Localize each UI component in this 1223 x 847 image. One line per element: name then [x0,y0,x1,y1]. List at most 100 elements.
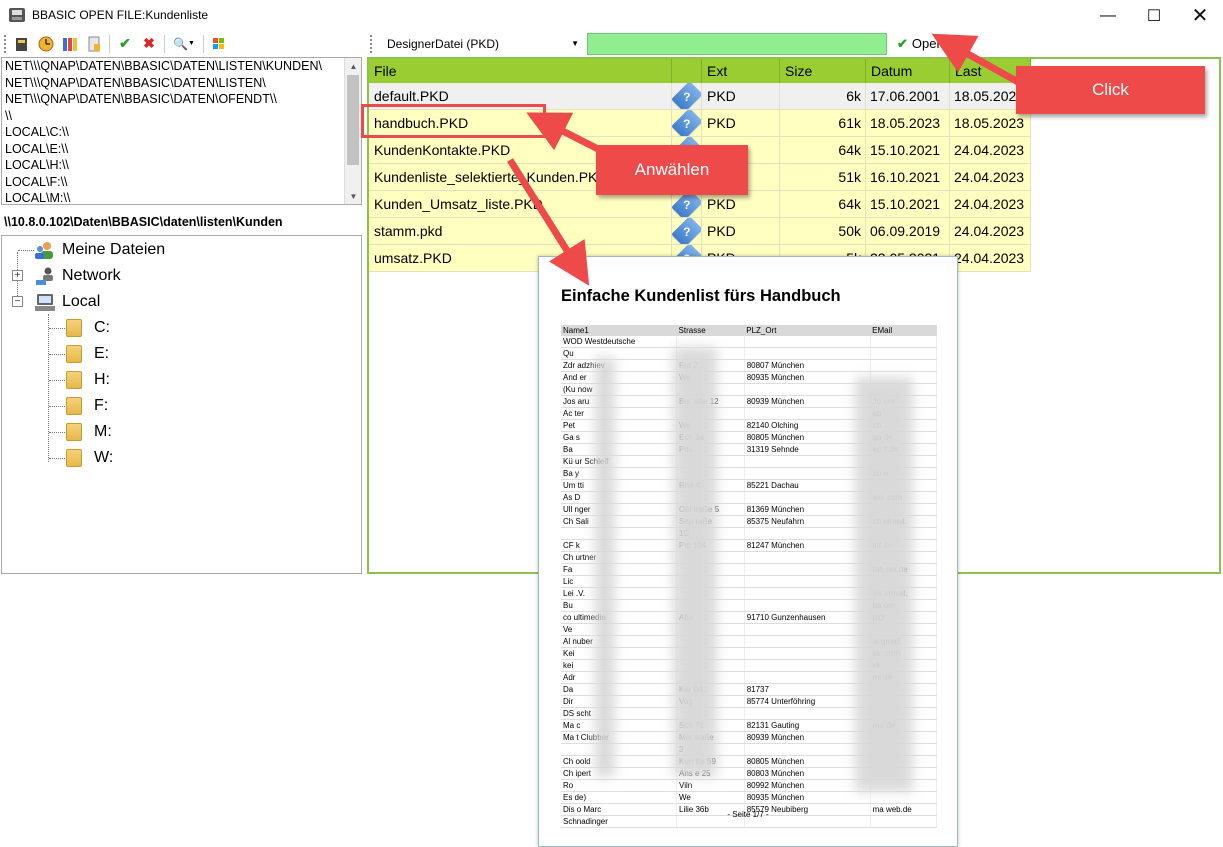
preview-cell: 80803 München [744,767,871,780]
tree-item-drive-c[interactable]: C: [66,316,110,340]
tree-item-local[interactable]: Local [34,290,100,314]
scroll-down-icon[interactable]: ▼ [345,188,361,204]
preview-cell [744,336,871,348]
column-header-ext[interactable]: Ext [702,59,780,83]
open-folder-icon[interactable] [13,35,31,53]
search-icon[interactable]: 🔍 ▼ [171,35,197,53]
preview-cell: Ga s [561,431,678,444]
tree-label: E: [94,345,110,362]
column-header-icon[interactable] [672,59,702,83]
file-row[interactable]: Kunden_Umsatz_liste.PKD? PKD 64k 15.10.2021… [369,191,1031,218]
file-last-cell: 24.04.2023 [950,191,1031,218]
path-item[interactable]: NET\\\QNAP\DATEN\BBASIC\DATEN\LISTEN\ [2,75,361,92]
file-name-input[interactable] [587,32,887,55]
path-item[interactable]: LOCAL\E:\\ [2,141,361,158]
preview-cell: And er [561,371,678,384]
tree-item-drive-f[interactable]: F: [66,394,108,418]
preview-cell: Adr [561,671,678,684]
preview-header: Name1 [561,325,677,336]
path-item[interactable]: LOCAL\M:\\ [2,190,361,204]
file-ext-cell: PKD [702,110,780,137]
preview-cell: 85221 Dachau [744,479,871,492]
file-type-select[interactable]: DesignerDatei (PKD) ▼ [383,33,583,55]
close-button[interactable]: ✕ [1177,0,1223,31]
preview-cell: Ch Sali [561,515,678,528]
path-item[interactable]: NET\\\QNAP\DATEN\BBASIC\DATEN\OFENDT\\ [2,91,361,108]
folder-icon [66,397,82,415]
preview-cell: Ac ter [561,407,678,420]
vertical-scrollbar[interactable]: ▲ ▼ [344,58,361,204]
path-item[interactable]: \\ [2,108,361,125]
preview-cell [744,671,871,684]
preview-cell [744,599,871,612]
preview-cell: Fa [561,563,678,576]
column-header-size[interactable]: Size [780,59,866,83]
preview-cell: 85774 Unterföhring [744,695,871,708]
preview-cell: Ma c [561,719,678,732]
library-icon[interactable] [61,35,79,53]
scroll-thumb[interactable] [347,75,359,165]
confirm-check-icon[interactable]: ✔ [116,35,134,53]
tree-item-drive-m[interactable]: M: [66,420,112,444]
folder-icon [66,371,82,389]
scroll-up-icon[interactable]: ▲ [345,58,361,74]
file-ext-cell: PKD [702,218,780,245]
preview-cell: As D [561,491,678,504]
privacy-blur [673,347,717,777]
file-name-cell: stamm.pkd [369,218,672,245]
document-icon[interactable] [85,35,103,53]
history-icon[interactable] [37,35,55,53]
preview-header: PLZ_Ort [744,325,871,336]
preview-cell: Lic [561,575,678,588]
expand-plus-icon[interactable]: + [12,270,23,281]
toolbar-grip[interactable] [4,34,7,53]
file-row[interactable]: stamm.pkd? PKD 50k 06.09.2019 24.04.2023 [369,218,1031,245]
preview-cell [870,359,938,372]
cancel-x-icon[interactable]: ✖ [140,35,158,53]
preview-cell [870,347,938,360]
file-date-cell: 17.06.2001 [866,83,950,110]
windows-logo-icon[interactable] [210,35,228,53]
preview-cell: 81247 München [744,539,871,552]
tree-item-drive-w[interactable]: W: [66,446,113,470]
preview-cell [744,743,871,756]
tree-label: Network [62,267,121,284]
preview-cell: 82131 Gauting [744,719,871,732]
preview-cell [744,647,871,660]
grid-header: File Ext Size Datum Last [369,59,1031,83]
tree-line [49,380,65,381]
preview-title: Einfache Kundenlist fürs Handbuch [561,287,841,305]
collapse-minus-icon[interactable]: − [12,296,23,307]
title-bar: BBASIC OPEN FILE:Kundenliste — ☐ ✕ [0,0,1223,31]
file-name-cell: Kunden_Umsatz_liste.PKD [369,191,672,218]
path-item[interactable]: NET\\\QNAP\DATEN\BBASIC\DATEN\LISTEN\KUN… [2,58,361,75]
help-question-icon: ? [672,83,701,109]
tree-item-my-files[interactable]: Meine Dateien [34,238,165,262]
preview-cell [744,467,871,480]
tree-item-drive-e[interactable]: E: [66,342,109,366]
toolbar-separator [164,34,165,53]
path-item[interactable]: LOCAL\H:\\ [2,157,361,174]
column-header-date[interactable]: Datum [866,59,950,83]
preview-cell: 80807 München [744,359,871,372]
path-item[interactable]: LOCAL\C:\\ [2,124,361,141]
preview-row: Qu [561,347,938,360]
column-header-file[interactable]: File [369,59,672,83]
tree-label: F: [94,397,109,414]
tree-line [49,406,65,407]
window-title: BBASIC OPEN FILE:Kundenliste [32,8,209,22]
tree-item-drive-h[interactable]: H: [66,368,110,392]
tree-label: Local [62,293,101,310]
minimize-button[interactable]: — [1085,0,1131,31]
preview-cell: 80992 München [744,779,871,792]
preview-cell: 80939 München [744,731,871,744]
path-item[interactable]: LOCAL\F:\\ [2,174,361,191]
file-size-cell: 64k [780,137,866,164]
right-toolbar: DesignerDatei (PKD) ▼ ✔ Open [366,31,1221,56]
tree-item-network[interactable]: Network [34,264,121,288]
toolbar-grip[interactable] [370,34,373,53]
maximize-button[interactable]: ☐ [1131,0,1177,31]
file-last-cell: 24.04.2023 [950,137,1031,164]
path-history-list[interactable]: NET\\\QNAP\DATEN\BBASIC\DATEN\LISTEN\KUN… [1,57,362,205]
open-button[interactable]: ✔ Open [891,33,950,55]
